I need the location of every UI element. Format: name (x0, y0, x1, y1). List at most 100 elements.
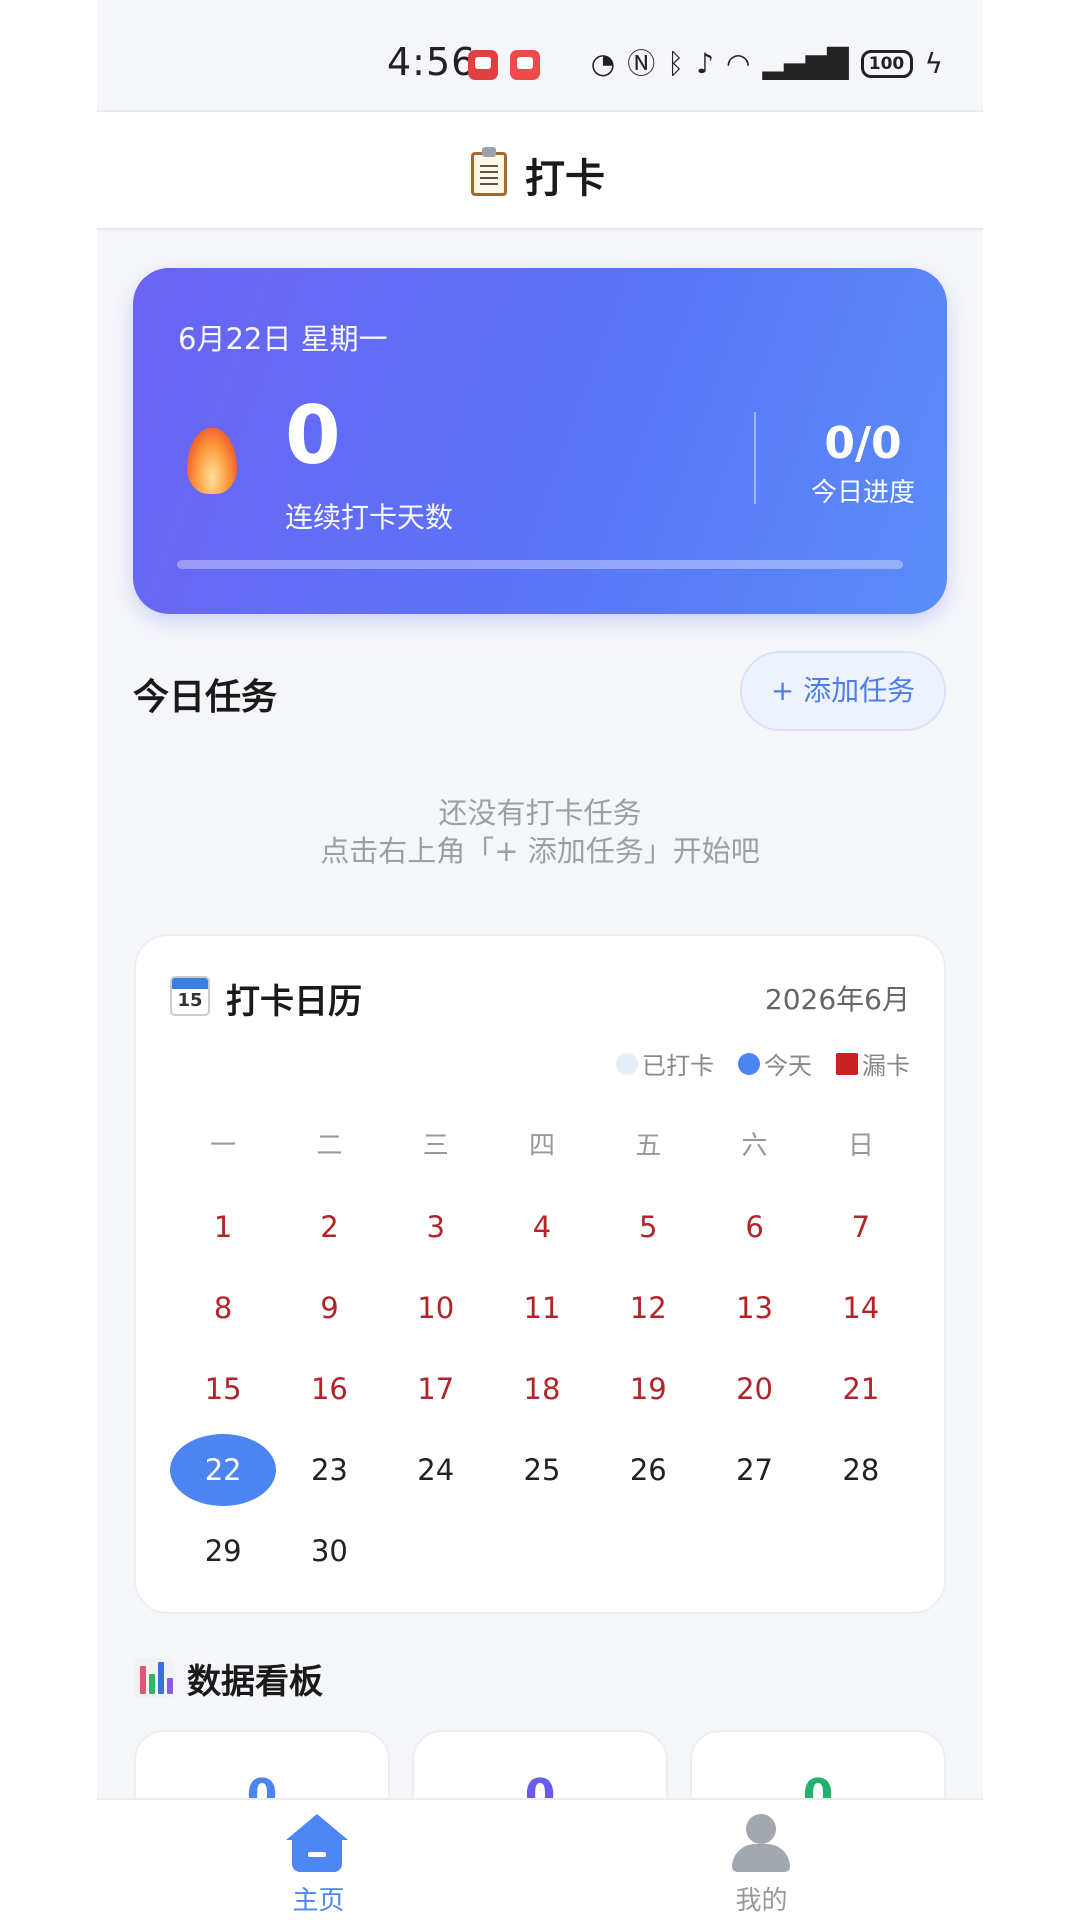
progress-bar (177, 560, 903, 569)
calendar-day[interactable]: 20 (701, 1348, 807, 1429)
calendar-day[interactable]: 26 (595, 1429, 701, 1510)
weekday-header-row: 一二三四五六日 (170, 1116, 914, 1176)
weekday-label: 二 (316, 1131, 343, 1161)
calendar-day-number: 3 (426, 1209, 445, 1244)
calendar-day-number: 21 (842, 1371, 880, 1406)
calendar-day-number: 28 (842, 1452, 880, 1487)
calendar-day[interactable]: 17 (383, 1348, 489, 1429)
calendar-day[interactable]: 13 (701, 1267, 807, 1348)
bar-chart-icon-bar (149, 1674, 155, 1694)
speedometer-icon: ◔ (590, 47, 616, 80)
battery-icon: 100 (860, 50, 913, 78)
calendar-day-number: 19 (629, 1371, 667, 1406)
nav-tab-me[interactable]: 我的 (540, 1800, 983, 1920)
calendar-day[interactable]: 19 (595, 1348, 701, 1429)
calendar-day-number: 10 (417, 1290, 455, 1325)
today-progress-value: 0/0 (824, 418, 902, 469)
legend-done-dot (616, 1052, 638, 1075)
huawei-app-icon (510, 50, 540, 80)
calendar-day[interactable]: 9 (276, 1267, 382, 1348)
calendar-day-number: 16 (310, 1371, 348, 1406)
empty-state-message: 还没有打卡任务 (438, 796, 642, 830)
calendar-day[interactable]: 23 (276, 1429, 382, 1510)
legend-done: 已打卡 (616, 1046, 714, 1081)
bluetooth-icon: ᛒ (667, 47, 685, 80)
bottom-navigation: 主页 我的 (97, 1798, 983, 1920)
legend-missed-label: 漏卡 (862, 1052, 910, 1080)
calendar-day[interactable]: 12 (595, 1267, 701, 1348)
empty-state-hint: 点击右上角「+ 添加任务」开始吧 (320, 834, 760, 868)
calendar-day-number: 25 (523, 1452, 561, 1487)
nav-tab-home[interactable]: 主页 (97, 1800, 540, 1920)
calendar-day-number: 13 (736, 1290, 774, 1325)
calendar-day-number: 7 (851, 1209, 871, 1244)
status-bar: 4:56 ◔ Ⓝ ᛒ ♪ ◠ ▂▄▆█ 100 ϟ (97, 0, 983, 112)
bar-chart-icon-bar (140, 1666, 146, 1694)
wifi-icon: ◠ (725, 47, 751, 80)
calendar-icon-header (172, 978, 208, 989)
calendar-day-number: 15 (204, 1371, 242, 1406)
calendar-day[interactable]: 7 (808, 1186, 914, 1267)
weekday-label: 五 (635, 1131, 662, 1161)
calendar-day[interactable]: 3 (383, 1186, 489, 1267)
calendar-day-number: 29 (204, 1533, 242, 1568)
calendar-day-number: 4 (532, 1209, 552, 1244)
calendar-day-number: 1 (213, 1209, 233, 1244)
calendar-day[interactable]: 27 (701, 1429, 807, 1510)
calendar-day-number: 27 (736, 1452, 774, 1487)
app-screen: 4:56 ◔ Ⓝ ᛒ ♪ ◠ ▂▄▆█ 100 ϟ 打卡 6月22日 星期一 0… (97, 0, 983, 1920)
calendar-day-today[interactable]: 22 (170, 1429, 277, 1510)
nav-tab-me-label: 我的 (735, 1886, 788, 1916)
calendar-legend: 已打卡 今天 漏卡 (602, 1046, 910, 1081)
bar-chart-icon-bar (167, 1678, 173, 1694)
calendar-day[interactable]: 28 (808, 1429, 914, 1510)
calendar-day[interactable]: 1 (170, 1186, 276, 1267)
calendar-day[interactable]: 29 (170, 1510, 276, 1591)
calendar-day[interactable]: 5 (595, 1186, 701, 1267)
bar-chart-icon-bar (158, 1662, 164, 1694)
calendar-day-number: 6 (745, 1209, 764, 1244)
nfc-icon: Ⓝ (627, 47, 656, 80)
calendar-day-number: 20 (736, 1371, 774, 1406)
calendar-day[interactable]: 30 (276, 1510, 382, 1591)
home-icon-body (292, 1838, 342, 1872)
nav-tab-home-label: 主页 (292, 1886, 345, 1916)
weekday-label: 日 (847, 1131, 874, 1161)
calendar-day[interactable]: 6 (701, 1186, 807, 1267)
bar-chart-icon (134, 1658, 174, 1698)
charging-icon: ϟ (924, 47, 943, 80)
signal-4g-icon: ▂▄▆█ (762, 47, 849, 80)
calendar-day[interactable]: 21 (808, 1348, 914, 1429)
legend-done-label: 已打卡 (642, 1052, 714, 1080)
calendar-day[interactable]: 8 (170, 1267, 276, 1348)
calendar-icon: 15 (170, 976, 210, 1016)
calendar-title: 打卡日历 (226, 982, 362, 1022)
calendar-day[interactable]: 14 (808, 1267, 914, 1348)
page-title: 打卡 (525, 156, 605, 202)
calendar-day[interactable]: 11 (489, 1267, 595, 1348)
calendar-day[interactable]: 25 (489, 1429, 595, 1510)
calendar-day[interactable]: 24 (383, 1429, 489, 1510)
mute-icon: ♪ (696, 47, 714, 80)
calendar-day[interactable]: 15 (170, 1348, 276, 1429)
calendar-day-number: 8 (213, 1290, 233, 1325)
calendar-day-number: 24 (417, 1452, 455, 1487)
weekday-label: 六 (741, 1131, 768, 1161)
today-date: 6月22日 星期一 (178, 322, 388, 356)
clipboard-icon (471, 147, 507, 196)
calendar-day[interactable]: 2 (276, 1186, 382, 1267)
legend-today-dot (738, 1052, 760, 1075)
calendar-day[interactable]: 18 (489, 1348, 595, 1429)
calendar-day-number: 12 (629, 1290, 667, 1325)
streak-count: 0 (285, 389, 341, 482)
calendar-day[interactable]: 16 (276, 1348, 382, 1429)
add-task-button[interactable]: + 添加任务 (740, 651, 946, 731)
status-time: 4:56 (387, 40, 477, 84)
user-icon-body (732, 1844, 790, 1872)
user-icon-head (746, 1814, 776, 1844)
calendar-day[interactable]: 10 (383, 1267, 489, 1348)
calendar-day[interactable]: 4 (489, 1186, 595, 1267)
calendar-icon-day: 15 (177, 990, 203, 1011)
home-icon (286, 1814, 348, 1872)
checkin-calendar-card: 15 打卡日历 2026年6月 已打卡 今天 漏卡 一二三四五六日 123456… (134, 934, 946, 1614)
